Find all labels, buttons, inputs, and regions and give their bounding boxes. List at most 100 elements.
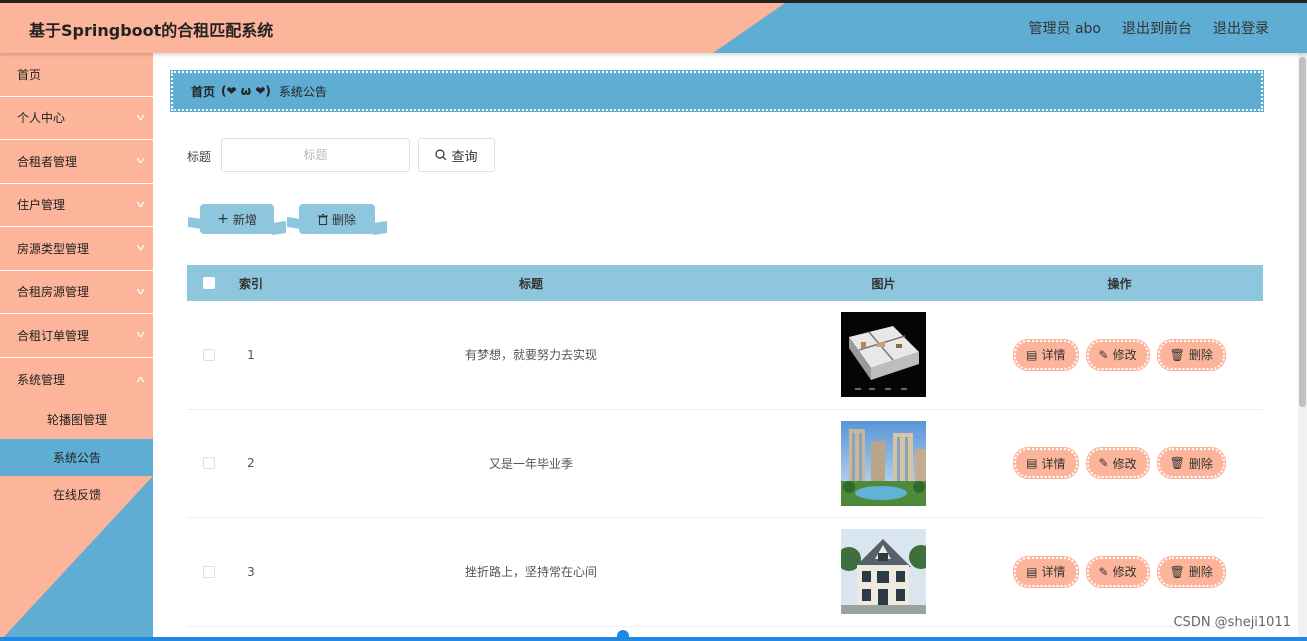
- sidebar-item-resident-mgmt[interactable]: 住户管理 v: [0, 184, 153, 227]
- sidebar-item-house-type-mgmt[interactable]: 房源类型管理 v: [0, 227, 153, 271]
- chevron-up-icon: v: [136, 374, 145, 385]
- chevron-down-icon: v: [136, 199, 145, 210]
- sidebar-subitem-announcement[interactable]: 系统公告: [0, 438, 153, 476]
- breadcrumb-separator: (❤ ω ❤): [221, 84, 271, 98]
- search-title-input[interactable]: [221, 138, 410, 172]
- row-title: 又是一年毕业季: [488, 456, 573, 471]
- admin-user-label[interactable]: 管理员 abo: [1029, 18, 1101, 38]
- col-header-index: 索引: [238, 276, 263, 291]
- row-index: 1: [247, 347, 255, 362]
- villa-image: [841, 529, 926, 615]
- edit-button[interactable]: ✎ 修改: [1085, 555, 1150, 588]
- detail-label: 详情: [1041, 456, 1066, 471]
- chevron-down-icon: v: [136, 286, 145, 297]
- apartment-image: [841, 420, 926, 506]
- floorplan-image: [841, 312, 926, 398]
- row-index: 2: [247, 456, 255, 471]
- detail-button[interactable]: ▤ 详情: [1013, 447, 1079, 480]
- select-all-checkbox[interactable]: [203, 277, 215, 289]
- sidebar-item-label: 首页: [17, 67, 42, 82]
- document-icon: ▤: [1026, 347, 1038, 362]
- col-header-image: 图片: [871, 276, 896, 291]
- add-button-label: 新增: [232, 212, 257, 227]
- batch-delete-label: 删除: [331, 212, 356, 227]
- sidebar-item-label: 合租者管理: [17, 154, 78, 169]
- row-checkbox[interactable]: [203, 565, 215, 578]
- table-row: 3 挫折路上，坚持常在心间 ▤ 详情 ✎ 修改 🗑 删除: [187, 518, 1263, 627]
- detail-label: 详情: [1041, 565, 1066, 580]
- sidebar: 首页 个人中心 v 合租者管理 v 住户管理 v 房源类型管理 v 合租房源管理 v 合租…: [0, 53, 153, 641]
- sidebar-subitem-label: 在线反馈: [53, 488, 102, 503]
- sidebar-item-label: 合租订单管理: [17, 328, 90, 343]
- table-row: 1 有梦想，就要努力去实现 ▤ 详情 ✎ 修改 🗑 删除: [187, 301, 1263, 410]
- sidebar-subitem-label: 系统公告: [53, 450, 102, 465]
- trash-icon: [317, 213, 328, 225]
- sidebar-subitem-carousel[interactable]: 轮播图管理: [0, 401, 153, 439]
- sidebar-item-label: 住户管理: [17, 198, 66, 213]
- search-title-label: 标题: [187, 150, 212, 164]
- table-header: 索引 标题 图片 操作: [187, 265, 1263, 301]
- sidebar-menu: 首页 个人中心 v 合租者管理 v 住户管理 v 房源类型管理 v 合租房源管理 v 合租…: [0, 53, 153, 514]
- sidebar-item-shared-house-mgmt[interactable]: 合租房源管理 v: [0, 271, 153, 314]
- delete-button[interactable]: 🗑 删除: [1156, 555, 1226, 588]
- delete-label: 删除: [1188, 565, 1213, 580]
- sidebar-item-personal-center[interactable]: 个人中心 v: [0, 97, 153, 140]
- pencil-icon: ✎: [1098, 347, 1109, 362]
- sidebar-item-cotenant-mgmt[interactable]: 合租者管理 v: [0, 140, 153, 184]
- trash-icon: 🗑: [1169, 564, 1185, 579]
- breadcrumb-home[interactable]: 首页: [191, 83, 215, 100]
- row-title: 有梦想，就要努力去实现: [464, 348, 597, 363]
- delete-button[interactable]: 🗑 删除: [1156, 447, 1226, 480]
- search-button-label: 查询: [451, 149, 478, 165]
- search-button[interactable]: 查询: [418, 138, 495, 172]
- bottom-progress-bar: [0, 637, 1307, 641]
- edit-label: 修改: [1112, 456, 1137, 471]
- edit-button[interactable]: ✎ 修改: [1085, 338, 1150, 371]
- edit-label: 修改: [1112, 348, 1137, 363]
- scrollbar-thumb[interactable]: [1299, 57, 1306, 407]
- sidebar-item-label: 合租房源管理: [17, 285, 90, 300]
- sidebar-subitem-feedback[interactable]: 在线反馈: [0, 476, 153, 514]
- trash-icon: 🗑: [1169, 456, 1185, 471]
- exit-to-front-link[interactable]: 退出到前台: [1122, 18, 1192, 38]
- edit-button[interactable]: ✎ 修改: [1085, 447, 1150, 480]
- detail-button[interactable]: ▤ 详情: [1013, 338, 1079, 371]
- vertical-scrollbar[interactable]: [1298, 53, 1307, 641]
- detail-button[interactable]: ▤ 详情: [1013, 555, 1079, 588]
- document-icon: ▤: [1026, 456, 1038, 471]
- batch-delete-button[interactable]: 删除: [299, 204, 375, 234]
- sidebar-item-label: 房源类型管理: [17, 241, 90, 256]
- sidebar-item-system-mgmt[interactable]: 系统管理 v: [0, 358, 153, 402]
- sidebar-item-order-mgmt[interactable]: 合租订单管理 v: [0, 314, 153, 358]
- add-button[interactable]: + 新增: [200, 204, 274, 234]
- breadcrumb-current: 系统公告: [278, 84, 327, 99]
- app-title: 基于Springboot的合租匹配系统: [29, 21, 274, 40]
- row-title: 挫折路上，坚持常在心间: [464, 565, 597, 580]
- logout-link[interactable]: 退出登录: [1213, 18, 1269, 38]
- breadcrumb: 首页 (❤ ω ❤) 系统公告: [170, 70, 1264, 112]
- row-checkbox[interactable]: [203, 348, 215, 361]
- main-content: 首页 (❤ ω ❤) 系统公告 标题 查询 + 新增 删除 索引 标题 图片 操…: [153, 53, 1298, 641]
- pencil-icon: ✎: [1098, 456, 1109, 471]
- sidebar-item-label: 个人中心: [17, 111, 66, 126]
- sidebar-item-home[interactable]: 首页: [0, 53, 153, 97]
- chevron-down-icon: v: [136, 156, 145, 167]
- trash-icon: 🗑: [1169, 347, 1185, 362]
- chevron-down-icon: v: [136, 243, 145, 254]
- delete-label: 删除: [1188, 456, 1213, 471]
- col-header-title: 标题: [518, 276, 543, 291]
- table-row: 2 又是一年毕业季 ▤ 详情 ✎ 修改 🗑 删除: [187, 410, 1263, 518]
- sidebar-subitem-label: 轮播图管理: [47, 413, 108, 428]
- row-checkbox[interactable]: [203, 457, 215, 470]
- row-index: 3: [247, 564, 255, 579]
- detail-label: 详情: [1041, 348, 1066, 363]
- sidebar-item-label: 系统管理: [17, 372, 66, 387]
- delete-button[interactable]: 🗑 删除: [1156, 338, 1226, 371]
- pencil-icon: ✎: [1098, 564, 1109, 579]
- edit-label: 修改: [1112, 565, 1137, 580]
- chevron-down-icon: v: [136, 112, 145, 123]
- progress-handle[interactable]: [617, 630, 629, 641]
- csdn-watermark: CSDN @sheji1011: [1173, 615, 1291, 630]
- header-links: 管理员 abo 退出到前台 退出登录: [1029, 18, 1269, 38]
- top-header: 基于Springboot的合租匹配系统 管理员 abo 退出到前台 退出登录: [0, 0, 1307, 53]
